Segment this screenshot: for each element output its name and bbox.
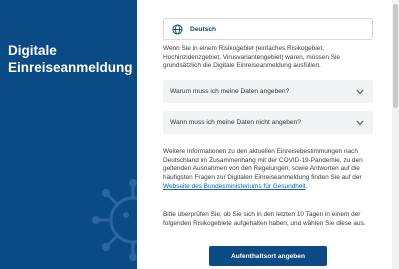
- chevron-down-icon: [356, 120, 364, 125]
- app-title: Digitale Einreiseanmeldung: [8, 42, 133, 76]
- language-select[interactable]: Deutsch: [163, 18, 373, 40]
- scrollbar-thumb[interactable]: [393, 4, 398, 108]
- intro-text: Wenn Sie in einem Risikogebiet (einfache…: [163, 45, 341, 70]
- info-text-body: Weitere Informationen zu den aktuellen E…: [163, 148, 363, 182]
- globe-icon: [172, 23, 183, 35]
- app-title-line2: Einreiseanmeldung: [8, 60, 133, 75]
- chevron-down-icon: [356, 89, 364, 94]
- specify-location-button[interactable]: Aufenthaltsort angeben: [209, 246, 327, 266]
- app-title-line1: Digitale: [8, 43, 57, 58]
- info-text-end: .: [305, 182, 308, 190]
- virus-illustration-icon: [92, 179, 137, 261]
- sidebar-panel: Digitale Einreiseanmeldung: [0, 0, 137, 269]
- faq-question: Warum muss ich meine Daten angeben?: [170, 88, 290, 95]
- info-text: Weitere Informationen zu den aktuellen E…: [163, 148, 373, 192]
- check-text: Bitte überprüfen Sie, ob Sie sich in den…: [163, 211, 366, 227]
- language-select-value: Deutsch: [190, 25, 217, 33]
- scrollbar[interactable]: [392, 0, 399, 269]
- faq-item-when-not[interactable]: Wann muss ich meine Daten nicht angeben?: [163, 111, 373, 134]
- faq-item-why[interactable]: Warum muss ich meine Daten angeben?: [163, 80, 373, 103]
- faq-question: Wann muss ich meine Daten nicht angeben?: [170, 119, 301, 126]
- ministry-website-link[interactable]: Webseite des Bundesministeriums für Gesu…: [163, 183, 306, 190]
